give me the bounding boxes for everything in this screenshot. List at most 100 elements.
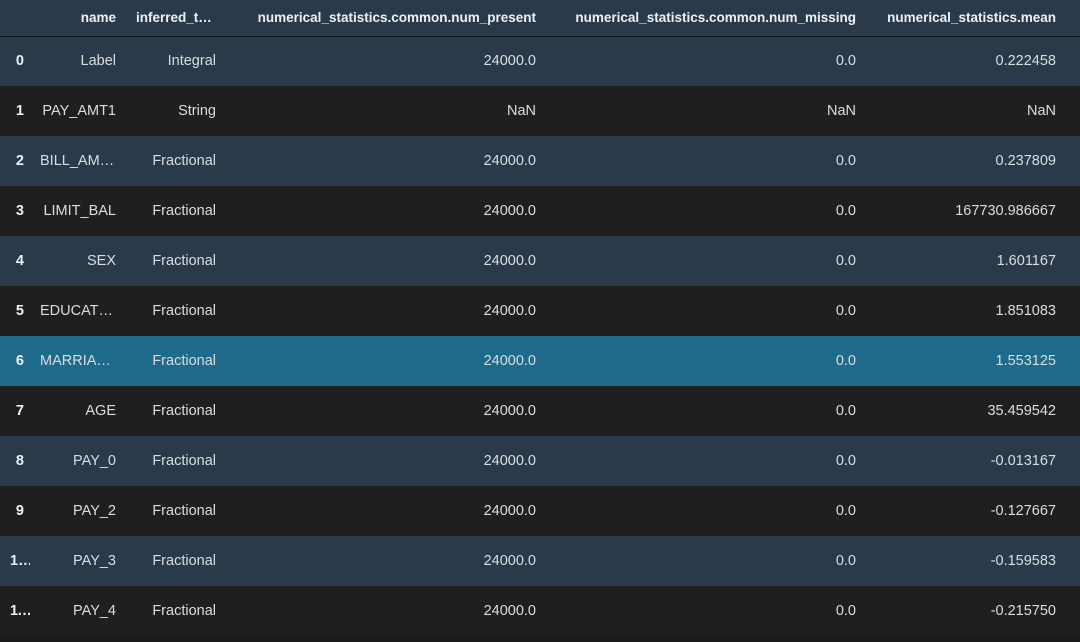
next-col-truncated-cell xyxy=(1066,186,1080,236)
next-col-truncated-cell xyxy=(1066,536,1080,586)
next-col-truncated-cell xyxy=(1066,586,1080,636)
mean-cell: -0.013167 xyxy=(866,436,1066,486)
num-present-cell: 24000.0 xyxy=(226,336,546,386)
mean-cell: -0.127667 xyxy=(866,486,1066,536)
next-col-truncated-cell xyxy=(1066,336,1080,386)
col-header-mean[interactable]: numerical_statistics.mean xyxy=(866,0,1066,36)
next-col-truncated-cell xyxy=(1066,136,1080,186)
table-row[interactable]: 9PAY_2Fractional24000.00.0-0.127667 xyxy=(0,486,1080,536)
index-cell: 5 xyxy=(0,286,30,336)
num-present-cell: 24000.0 xyxy=(226,236,546,286)
inferred-type-cell: Fractional xyxy=(126,386,226,436)
index-cell: 9 xyxy=(0,486,30,536)
inferred-type-cell: Fractional xyxy=(126,436,226,486)
num-missing-cell: 0.0 xyxy=(546,586,866,636)
table-row[interactable]: 6MARRIAGEFractional24000.00.01.553125 xyxy=(0,336,1080,386)
col-header-inferred-type[interactable]: inferred_type xyxy=(126,0,226,36)
inferred-type-cell: Fractional xyxy=(126,586,226,636)
name-cell: PAY_AMT1 xyxy=(30,86,126,136)
num-missing-cell: 0.0 xyxy=(546,536,866,586)
mean-cell: 0.222458 xyxy=(866,36,1066,86)
index-cell: 10 xyxy=(0,536,30,586)
table-row[interactable]: 5EDUCATIONFractional24000.00.01.851083 xyxy=(0,286,1080,336)
num-missing-cell: 0.0 xyxy=(546,436,866,486)
table-row[interactable]: 4SEXFractional24000.00.01.601167 xyxy=(0,236,1080,286)
num-missing-cell: 0.0 xyxy=(546,186,866,236)
num-present-cell: 24000.0 xyxy=(226,286,546,336)
name-cell: LIMIT_BAL xyxy=(30,186,126,236)
num-present-cell: 24000.0 xyxy=(226,486,546,536)
num-present-cell: 24000.0 xyxy=(226,536,546,586)
table-body: 0LabelIntegral24000.00.00.2224581PAY_AMT… xyxy=(0,36,1080,636)
col-header-next-truncated[interactable] xyxy=(1066,0,1080,36)
mean-cell: 1.601167 xyxy=(866,236,1066,286)
col-header-num-present[interactable]: numerical_statistics.common.num_present xyxy=(226,0,546,36)
num-missing-cell: 0.0 xyxy=(546,486,866,536)
num-present-cell: NaN xyxy=(226,86,546,136)
mean-cell: 1.851083 xyxy=(866,286,1066,336)
index-cell: 3 xyxy=(0,186,30,236)
inferred-type-cell: Fractional xyxy=(126,286,226,336)
table-header-row: name inferred_type numerical_statistics.… xyxy=(0,0,1080,36)
table-row[interactable]: 10PAY_3Fractional24000.00.0-0.159583 xyxy=(0,536,1080,586)
name-cell: PAY_0 xyxy=(30,436,126,486)
mean-cell: NaN xyxy=(866,86,1066,136)
next-col-truncated-cell xyxy=(1066,36,1080,86)
inferred-type-cell: Integral xyxy=(126,36,226,86)
table-row[interactable]: 8PAY_0Fractional24000.00.0-0.013167 xyxy=(0,436,1080,486)
num-present-cell: 24000.0 xyxy=(226,586,546,636)
index-cell: 11 xyxy=(0,586,30,636)
statistics-table: name inferred_type numerical_statistics.… xyxy=(0,0,1080,636)
next-col-truncated-cell xyxy=(1066,436,1080,486)
table-row[interactable]: 3LIMIT_BALFractional24000.00.0167730.986… xyxy=(0,186,1080,236)
col-header-index[interactable] xyxy=(0,0,30,36)
index-cell: 7 xyxy=(0,386,30,436)
inferred-type-cell: Fractional xyxy=(126,186,226,236)
table-row[interactable]: 0LabelIntegral24000.00.00.222458 xyxy=(0,36,1080,86)
mean-cell: 0.237809 xyxy=(866,136,1066,186)
name-cell: SEX xyxy=(30,236,126,286)
num-missing-cell: 0.0 xyxy=(546,236,866,286)
mean-cell: -0.159583 xyxy=(866,536,1066,586)
name-cell: Label xyxy=(30,36,126,86)
num-missing-cell: 0.0 xyxy=(546,386,866,436)
index-cell: 8 xyxy=(0,436,30,486)
name-cell: MARRIAGE xyxy=(30,336,126,386)
num-missing-cell: NaN xyxy=(546,86,866,136)
num-present-cell: 24000.0 xyxy=(226,436,546,486)
index-cell: 6 xyxy=(0,336,30,386)
inferred-type-cell: Fractional xyxy=(126,536,226,586)
table-row[interactable]: 11PAY_4Fractional24000.00.0-0.215750 xyxy=(0,586,1080,636)
inferred-type-cell: Fractional xyxy=(126,236,226,286)
num-present-cell: 24000.0 xyxy=(226,386,546,436)
name-cell: PAY_3 xyxy=(30,536,126,586)
index-cell: 2 xyxy=(0,136,30,186)
name-cell: BILL_AMT1 xyxy=(30,136,126,186)
next-col-truncated-cell xyxy=(1066,386,1080,436)
num-missing-cell: 0.0 xyxy=(546,286,866,336)
mean-cell: 1.553125 xyxy=(866,336,1066,386)
mean-cell: -0.215750 xyxy=(866,586,1066,636)
index-cell: 4 xyxy=(0,236,30,286)
inferred-type-cell: Fractional xyxy=(126,136,226,186)
next-col-truncated-cell xyxy=(1066,486,1080,536)
name-cell: AGE xyxy=(30,386,126,436)
num-present-cell: 24000.0 xyxy=(226,36,546,86)
col-header-name[interactable]: name xyxy=(30,0,126,36)
num-missing-cell: 0.0 xyxy=(546,136,866,186)
name-cell: PAY_2 xyxy=(30,486,126,536)
next-col-truncated-cell xyxy=(1066,236,1080,286)
table-row[interactable]: 2BILL_AMT1Fractional24000.00.00.237809 xyxy=(0,136,1080,186)
num-missing-cell: 0.0 xyxy=(546,36,866,86)
name-cell: PAY_4 xyxy=(30,586,126,636)
col-header-num-missing[interactable]: numerical_statistics.common.num_missing xyxy=(546,0,866,36)
inferred-type-cell: String xyxy=(126,86,226,136)
inferred-type-cell: Fractional xyxy=(126,486,226,536)
num-present-cell: 24000.0 xyxy=(226,186,546,236)
num-present-cell: 24000.0 xyxy=(226,136,546,186)
table-row[interactable]: 7AGEFractional24000.00.035.459542 xyxy=(0,386,1080,436)
inferred-type-cell: Fractional xyxy=(126,336,226,386)
num-missing-cell: 0.0 xyxy=(546,336,866,386)
name-cell: EDUCATION xyxy=(30,286,126,336)
table-row[interactable]: 1PAY_AMT1StringNaNNaNNaN xyxy=(0,86,1080,136)
